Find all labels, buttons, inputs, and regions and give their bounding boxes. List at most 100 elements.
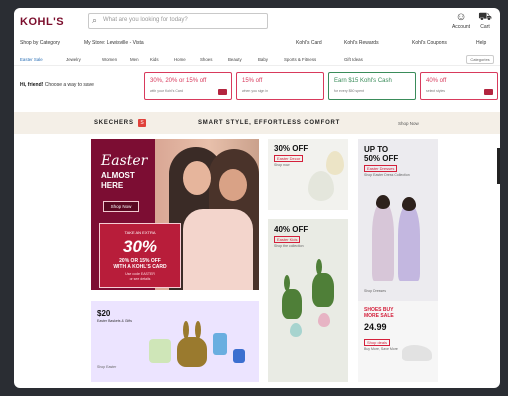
toy-box-image bbox=[233, 349, 245, 363]
promo-fine-print: Use code EASTER or see details bbox=[125, 272, 155, 281]
easter-script-title: Easter bbox=[101, 153, 148, 169]
tile-sub: Shop the collection bbox=[274, 244, 304, 248]
nav-kohls-rewards[interactable]: Kohl's Rewards bbox=[344, 40, 379, 46]
offer-card[interactable]: Earn $15 Kohl's Cash for every $50 spent bbox=[328, 72, 416, 100]
model-head bbox=[402, 197, 416, 211]
easter-headline: ALMOST HERE bbox=[101, 171, 135, 190]
greeting-text: Choose a way to save bbox=[44, 82, 94, 88]
category-nav: Easter Sale Jewelry Women Men Kids Home … bbox=[14, 54, 500, 66]
easter-hero-tile[interactable]: Easter ALMOST HERE Shop Now TAKE AN EXTR… bbox=[91, 139, 259, 290]
search-icon[interactable]: ⌕ bbox=[92, 15, 97, 26]
nav-kohls-card[interactable]: Kohl's Card bbox=[296, 40, 322, 46]
greeting: Hi, friend! Choose a way to save bbox=[20, 82, 94, 88]
offer-title: 15% off bbox=[242, 78, 263, 84]
account-label: Account bbox=[451, 24, 471, 30]
nav-cat-home[interactable]: Home bbox=[174, 57, 186, 62]
gift-box-image bbox=[149, 339, 171, 363]
brand-banner[interactable]: SKECHERS S SMART STYLE, EFFORTLESS COMFO… bbox=[14, 112, 500, 134]
nav-cat-shoes[interactable]: Shoes bbox=[200, 57, 212, 62]
promo-tile-shoes[interactable]: SHOES BUY MORE SALE 24.99 Shop deals Buy… bbox=[358, 301, 438, 382]
egg-decor-image bbox=[326, 151, 344, 175]
hero-photo-face bbox=[183, 161, 211, 195]
hero-photo-face bbox=[219, 169, 247, 201]
offer-sub: with your Kohl's Card bbox=[150, 89, 183, 93]
brand-logo-icon: S bbox=[138, 119, 146, 127]
offer-card[interactable]: 40% off select styles bbox=[420, 72, 498, 100]
easter-promo-box[interactable]: TAKE AN EXTRA 30% 20% OR 15% OFF WITH A … bbox=[99, 223, 181, 288]
model-photo bbox=[372, 203, 394, 281]
account-icon: ☺ bbox=[455, 11, 467, 23]
offer-card[interactable]: 15% off when you sign in bbox=[236, 72, 324, 100]
feedback-tab[interactable] bbox=[497, 148, 500, 184]
promo-tile-dresses[interactable]: UP TO 50% OFF Easter Dresses Shop Easter… bbox=[358, 139, 438, 302]
plush-bunny-image bbox=[177, 337, 207, 367]
search-input[interactable]: What are you looking for today? bbox=[103, 17, 188, 23]
utility-nav: Shop by Category My Store: Lewisville - … bbox=[14, 37, 500, 49]
site-header: KOHL'S ⌕ What are you looking for today?… bbox=[14, 8, 500, 36]
tile-sub: Shop Easter Dress Collection bbox=[364, 173, 410, 177]
category-select[interactable]: Categories bbox=[466, 55, 494, 64]
nav-cat-gifts[interactable]: Gift Ideas bbox=[344, 57, 363, 62]
promo-percent: 30% bbox=[122, 237, 158, 256]
nav-cat-sports[interactable]: Sports & Fitness bbox=[284, 57, 316, 62]
toy-box-image bbox=[213, 333, 227, 355]
tile-sub: Easter Baskets & Gifts bbox=[97, 319, 133, 323]
nav-cat-baby[interactable]: Baby bbox=[258, 57, 268, 62]
bunny-decor-image bbox=[312, 273, 334, 307]
tile-tag: Easter Dresses bbox=[364, 165, 398, 172]
easter-shop-button[interactable]: Shop Now bbox=[103, 201, 139, 212]
bunny-ear bbox=[284, 275, 290, 291]
kohls-card-icon bbox=[484, 89, 493, 95]
kohls-card-icon bbox=[218, 89, 227, 95]
tile-tag: Easter Decor bbox=[274, 155, 304, 162]
offer-sub: when you sign in bbox=[242, 89, 269, 93]
tile-sub: Buy More, Save More bbox=[364, 347, 398, 351]
cart-icon: ⛟ bbox=[478, 11, 492, 23]
shoe-image bbox=[402, 345, 432, 361]
nav-cat-women[interactable]: Women bbox=[102, 57, 117, 62]
kohls-logo[interactable]: KOHL'S bbox=[20, 16, 64, 28]
model-head bbox=[376, 195, 390, 209]
tile-headline: UP TO 50% OFF bbox=[364, 145, 399, 163]
cart-button[interactable]: ⛟ Cart bbox=[474, 11, 496, 30]
egg-decor-image bbox=[318, 313, 330, 327]
promo-tile-baskets[interactable]: $20 Easter Baskets & Gifts Shop Easter bbox=[91, 301, 259, 382]
egg-decor-image bbox=[290, 323, 302, 337]
offer-title: 30%, 20% or 15% off bbox=[150, 78, 207, 84]
brand-shop-link[interactable]: Shop Now bbox=[398, 121, 419, 126]
promo-top: TAKE AN EXTRA bbox=[124, 230, 156, 235]
tile-headline: SHOES BUY MORE SALE bbox=[364, 307, 394, 319]
nav-shop-by-category[interactable]: Shop by Category bbox=[20, 40, 60, 46]
tile-tag: Easter Kids bbox=[274, 236, 301, 243]
nav-cat-men[interactable]: Men bbox=[130, 57, 139, 62]
nav-cat-kids[interactable]: Kids bbox=[150, 57, 159, 62]
nav-help[interactable]: Help bbox=[476, 40, 486, 46]
tile-tag: Shop deals bbox=[364, 339, 391, 346]
offer-sub: for every $50 spent bbox=[334, 89, 364, 93]
nav-kohls-coupons[interactable]: Kohl's Coupons bbox=[412, 40, 447, 46]
egg-decor-image bbox=[308, 171, 334, 201]
promo-tile-decor[interactable]: 30% OFF Easter Decor Shop now bbox=[268, 139, 348, 210]
offer-card[interactable]: 30%, 20% or 15% off with your Kohl's Car… bbox=[144, 72, 232, 100]
nav-cat-easter[interactable]: Easter Sale bbox=[20, 57, 43, 62]
tile-headline: $20 bbox=[97, 309, 111, 318]
tile-footer[interactable]: Shop Dresses bbox=[364, 289, 386, 293]
promo-tile-kids[interactable]: 40% OFF Easter Kids Shop the collection bbox=[268, 219, 348, 382]
tile-headline: 40% OFF bbox=[274, 225, 309, 234]
nav-cat-beauty[interactable]: Beauty bbox=[228, 57, 242, 62]
bunny-ear bbox=[316, 259, 322, 275]
tile-sub: Shop now bbox=[274, 163, 290, 167]
account-button[interactable]: ☺ Account bbox=[450, 11, 472, 30]
search-bar[interactable]: ⌕ What are you looking for today? bbox=[88, 13, 268, 29]
model-photo bbox=[398, 205, 420, 281]
tile-headline: 30% OFF bbox=[274, 144, 309, 153]
bunny-ear bbox=[183, 321, 189, 339]
offer-title: Earn $15 Kohl's Cash bbox=[334, 78, 392, 84]
browser-page: KOHL'S ⌕ What are you looking for today?… bbox=[14, 8, 500, 388]
tile-footer[interactable]: Shop Easter bbox=[97, 365, 116, 369]
promo-detail: 20% OR 15% OFF WITH A KOHL'S CARD bbox=[113, 258, 167, 270]
nav-my-store[interactable]: My Store: Lewisville - Vista bbox=[84, 40, 144, 46]
tile-price: 24.99 bbox=[364, 322, 387, 332]
brand-name: SKECHERS bbox=[94, 120, 134, 126]
nav-cat-jewelry[interactable]: Jewelry bbox=[66, 57, 81, 62]
